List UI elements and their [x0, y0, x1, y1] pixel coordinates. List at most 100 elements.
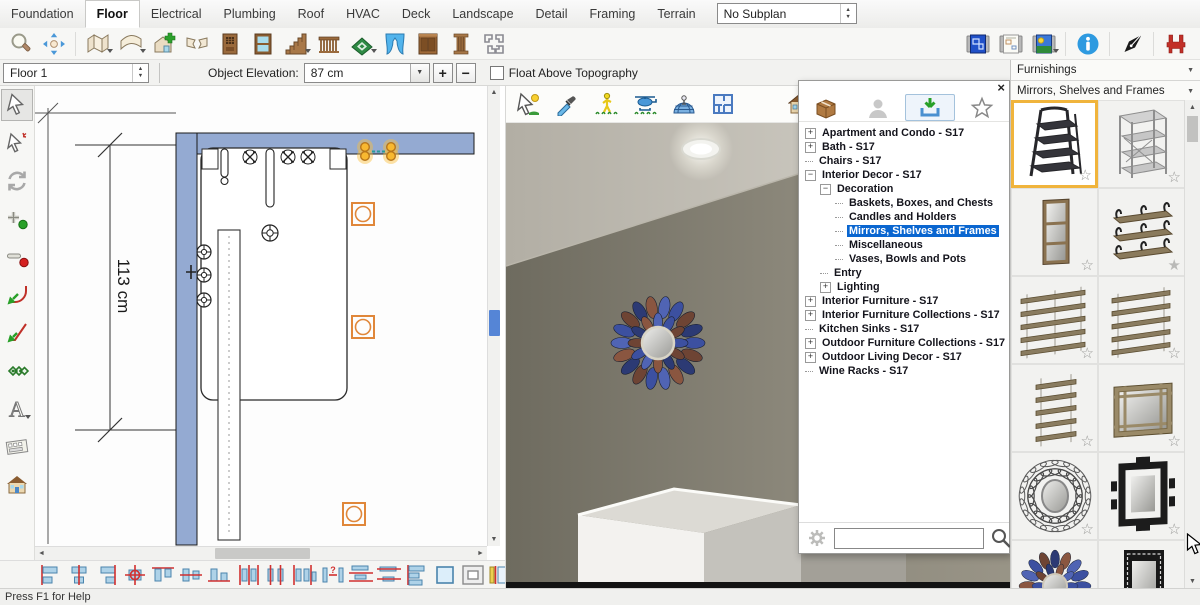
tree-item-apartment-and-condo-s17[interactable]: +Apartment and Condo - S17: [801, 126, 1009, 140]
catalog-item-wall-shelf-narrow[interactable]: ☆: [1011, 364, 1098, 452]
floor-tool[interactable]: [345, 30, 378, 58]
tab-plumbing[interactable]: Plumbing: [213, 0, 287, 28]
curtain-tool[interactable]: [378, 30, 411, 58]
distribute-centers-h[interactable]: [264, 563, 290, 587]
select-special-tool[interactable]: [1, 127, 33, 159]
vertical-scroll-thumb[interactable]: [489, 310, 500, 336]
zoom-tool[interactable]: [4, 30, 37, 58]
walkthrough-3d[interactable]: [592, 90, 620, 118]
dropdown-caret-icon[interactable]: [305, 49, 311, 56]
dome-view-3d[interactable]: [670, 90, 698, 118]
concentric-align[interactable]: [460, 563, 486, 587]
tree-item-entry[interactable]: Entry: [801, 266, 1009, 280]
tree-item-lighting[interactable]: +Lighting: [801, 280, 1009, 294]
align-middle[interactable]: [178, 563, 204, 587]
tab-detail[interactable]: Detail: [525, 0, 579, 28]
dropdown-caret-icon[interactable]: [140, 49, 146, 56]
catalog-item-geometric-frame-mirror[interactable]: ☆: [1098, 452, 1185, 540]
favorite-star-icon[interactable]: ☆: [1079, 167, 1092, 185]
plan-horizontal-scrollbar[interactable]: ◄ ►: [35, 546, 487, 560]
expand-icon[interactable]: +: [805, 310, 816, 321]
cabinet-tool[interactable]: [411, 30, 444, 58]
curved-wall-tool[interactable]: [114, 30, 147, 58]
shapes-tool[interactable]: [477, 30, 510, 58]
tree-item-baskets-boxes-and-chests[interactable]: Baskets, Boxes, and Chests: [801, 196, 1009, 210]
chain-tool[interactable]: [1, 355, 33, 387]
stairs-tool[interactable]: [279, 30, 312, 58]
fillet-tool[interactable]: [1, 279, 33, 311]
align-stack-left[interactable]: [404, 563, 430, 587]
dropdown-caret-icon[interactable]: [371, 49, 377, 56]
tab-framing[interactable]: Framing: [579, 0, 647, 28]
scroll-left-icon[interactable]: ◄: [35, 547, 48, 560]
elevation-input[interactable]: 87 cm ▼: [304, 63, 430, 83]
catalog-item-leaf-sunburst-mirror[interactable]: ☆: [1011, 540, 1098, 588]
door-tool[interactable]: [213, 30, 246, 58]
collapse-icon[interactable]: −: [805, 170, 816, 181]
catalog-item-wall-shelf-double[interactable]: ☆: [1098, 276, 1185, 364]
favorite-star-icon[interactable]: ☆: [1081, 345, 1094, 363]
favorite-star-icon[interactable]: ☆: [1081, 433, 1094, 451]
align-top[interactable]: [150, 563, 176, 587]
tab-roof[interactable]: Roof: [287, 0, 335, 28]
tab-electrical[interactable]: Electrical: [140, 0, 213, 28]
column-tool[interactable]: [444, 30, 477, 58]
align-right[interactable]: [94, 563, 120, 587]
furnishings-button[interactable]: [1159, 30, 1192, 58]
dropdown-caret-icon[interactable]: [107, 49, 113, 56]
scroll-up-icon[interactable]: ▲: [1185, 100, 1200, 114]
scroll-down-icon[interactable]: ▼: [488, 533, 500, 546]
catalog-item-sunburst-wire-mirror[interactable]: ☆: [1011, 452, 1098, 540]
scroll-up-icon[interactable]: ▲: [488, 86, 500, 99]
elevation-decrease-button[interactable]: −: [456, 63, 476, 83]
star-tab[interactable]: [957, 94, 1007, 121]
favorite-star-icon[interactable]: ★: [1168, 257, 1181, 275]
float-above-topography-checkbox[interactable]: [490, 66, 504, 80]
select-3d[interactable]: [514, 90, 542, 118]
pan-tool[interactable]: [37, 30, 70, 58]
favorite-star-icon[interactable]: ☆: [1081, 257, 1094, 275]
tab-terrain[interactable]: Terrain: [646, 0, 706, 28]
subplan-spinner[interactable]: ▲▼: [840, 4, 856, 23]
view-3d[interactable]: [1027, 30, 1060, 58]
favorite-star-icon[interactable]: ☆: [1168, 521, 1181, 539]
remove-node-tool[interactable]: [1, 241, 33, 273]
tree-item-vases-bowls-and-pots[interactable]: Vases, Bowls and Pots: [801, 252, 1009, 266]
catalog-item-greek-key-mirror[interactable]: ☆: [1098, 540, 1185, 588]
expand-icon[interactable]: +: [820, 282, 831, 293]
elevation-increase-button[interactable]: +: [433, 63, 453, 83]
distribute-horizontal[interactable]: [236, 563, 262, 587]
view-blueprint[interactable]: [961, 30, 994, 58]
flyover-3d[interactable]: [631, 90, 659, 118]
catalog-item-wall-shelf-hooks[interactable]: ★: [1098, 188, 1185, 276]
tree-item-chairs-s17[interactable]: Chairs - S17: [801, 154, 1009, 168]
gear-icon[interactable]: [805, 526, 829, 550]
search-input[interactable]: [834, 528, 984, 549]
tree-item-interior-decor-s17[interactable]: −Interior Decor - S17: [801, 168, 1009, 182]
space-evenly[interactable]: ?: [320, 563, 346, 587]
align-center[interactable]: [66, 563, 92, 587]
tree-item-miscellaneous[interactable]: Miscellaneous: [801, 238, 1009, 252]
tab-floor[interactable]: Floor: [85, 0, 140, 28]
pen-button[interactable]: [1115, 30, 1148, 58]
package-tab[interactable]: [801, 94, 851, 121]
tree-item-wine-racks-s17[interactable]: Wine Racks - S17: [801, 364, 1009, 378]
expand-icon[interactable]: +: [805, 352, 816, 363]
catalog-item-ladder-shelf-dark[interactable]: ☆: [1011, 100, 1098, 188]
info-button[interactable]: [1071, 30, 1104, 58]
tab-deck[interactable]: Deck: [391, 0, 441, 28]
panel-scrollbar[interactable]: ▲ ▼: [1184, 100, 1200, 588]
floor-selector[interactable]: Floor 1 ▲▼: [3, 63, 149, 83]
favorite-star-icon[interactable]: ☆: [1168, 433, 1181, 451]
select-tool[interactable]: [1, 89, 33, 121]
distribute-edges-h[interactable]: [292, 563, 318, 587]
download-tab[interactable]: [905, 94, 955, 121]
panel-scroll-thumb[interactable]: [1187, 116, 1198, 142]
tab-landscape[interactable]: Landscape: [441, 0, 524, 28]
collapse-icon[interactable]: −: [820, 184, 831, 195]
plan-2d-view[interactable]: 113 cm: [35, 86, 487, 546]
view-drawing[interactable]: [994, 30, 1027, 58]
break-wall-tool[interactable]: [180, 30, 213, 58]
favorite-star-icon[interactable]: ☆: [1168, 169, 1181, 187]
elevation-dropdown-icon[interactable]: ▼: [410, 64, 429, 82]
